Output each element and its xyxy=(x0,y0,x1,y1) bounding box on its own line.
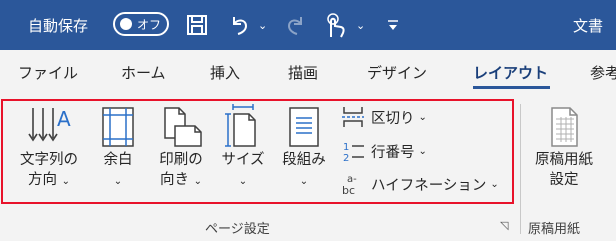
tab-file[interactable]: ファイル xyxy=(18,62,78,83)
undo-dropdown-icon[interactable]: ⌄ xyxy=(258,0,267,50)
tab-draw[interactable]: 描画 xyxy=(288,62,318,83)
autosave-toggle[interactable]: オフ xyxy=(113,12,169,36)
tab-design[interactable]: デザイン xyxy=(367,62,427,83)
title-bar: 自動保存 オフ ⌄ ⌄ 文書 xyxy=(0,0,616,50)
document-title: 文書 xyxy=(573,16,604,35)
tab-home[interactable]: ホーム xyxy=(121,62,166,83)
touch-mode-icon[interactable] xyxy=(322,0,348,50)
ribbon-tabs: ファイル ホーム 挿入 描画 デザイン レイアウト 参考 xyxy=(0,50,616,96)
touch-dropdown-icon[interactable]: ⌄ xyxy=(356,0,365,50)
active-tab-indicator xyxy=(473,86,550,89)
manuscript-paper-icon xyxy=(551,107,578,147)
toggle-state-label: オフ xyxy=(137,17,162,32)
customize-qat-icon[interactable] xyxy=(386,0,400,50)
highlight-box xyxy=(1,99,514,204)
tab-insert[interactable]: 挿入 xyxy=(210,62,240,83)
genko-settings-button[interactable]: 原稿用紙 設定 xyxy=(524,104,604,190)
undo-icon[interactable] xyxy=(228,0,252,50)
toggle-knob xyxy=(120,18,132,30)
redo-icon[interactable] xyxy=(283,0,307,50)
tab-references[interactable]: 参考 xyxy=(590,62,616,83)
page-setup-group-label: ページ設定 xyxy=(205,222,270,237)
save-icon[interactable] xyxy=(186,0,208,50)
dialog-launcher-icon[interactable]: ◹ xyxy=(500,219,508,232)
genko-label-1: 原稿用紙 xyxy=(535,152,593,168)
group-divider xyxy=(520,104,521,234)
genko-group-label: 原稿用紙 xyxy=(528,222,581,237)
autosave-label: 自動保存 xyxy=(28,16,89,35)
tab-layout[interactable]: レイアウト xyxy=(473,62,548,83)
genko-label-2: 設定 xyxy=(549,172,579,188)
